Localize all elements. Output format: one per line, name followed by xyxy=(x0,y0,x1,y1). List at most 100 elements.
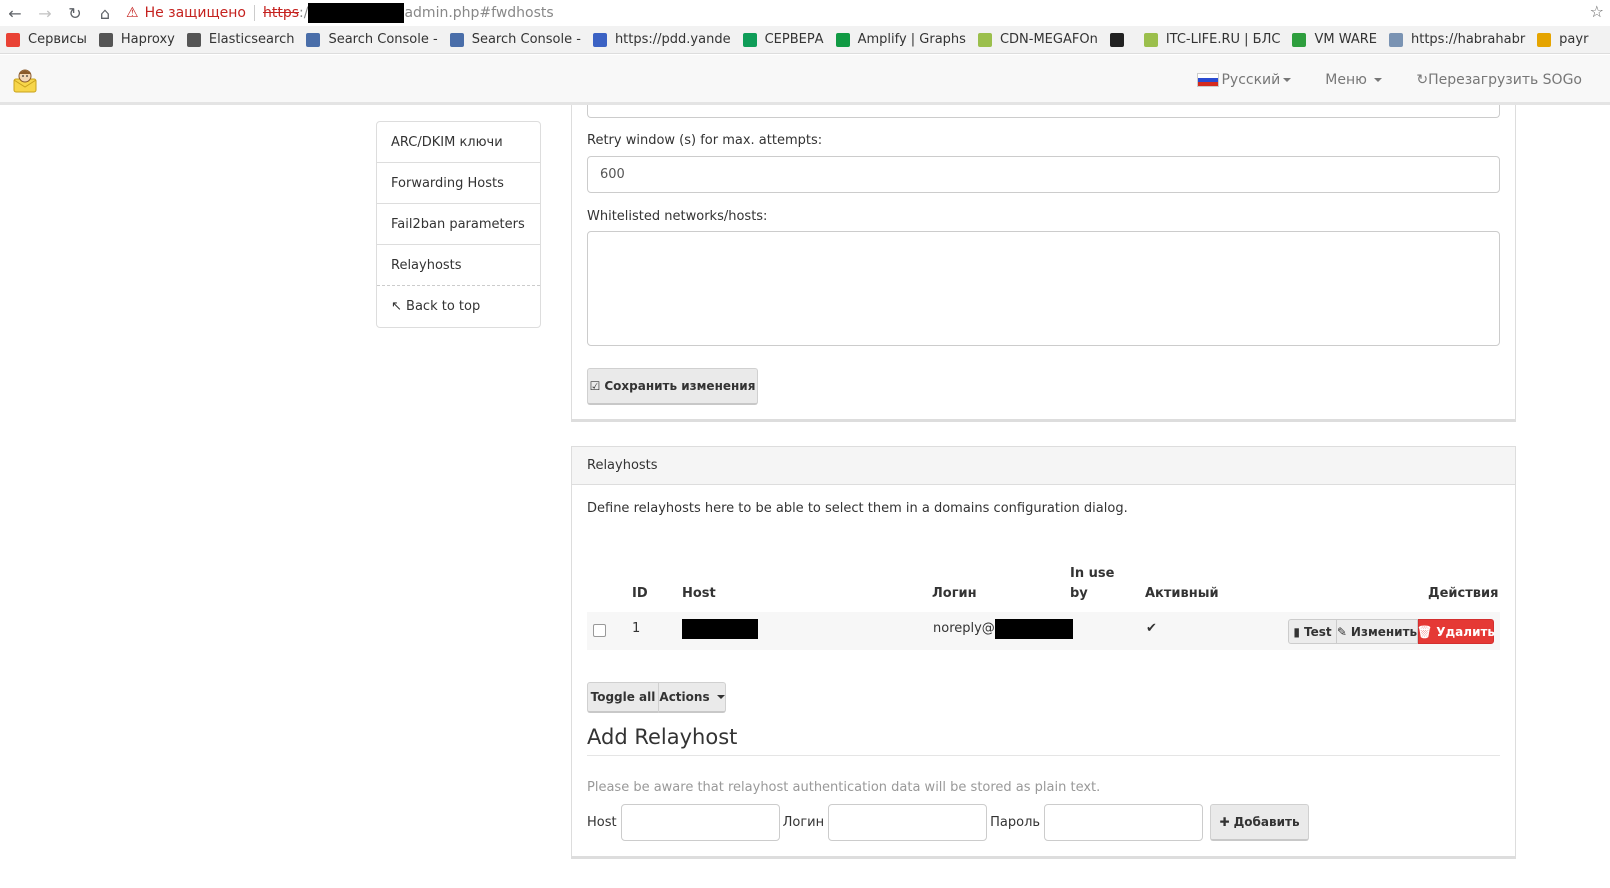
bookmark-item[interactable]: https://habrahabr xyxy=(1383,32,1531,47)
redacted-domain xyxy=(308,3,405,23)
add-label: Добавить xyxy=(1233,815,1300,829)
chart-icon xyxy=(1109,32,1124,47)
retry-window-input[interactable]: 600 xyxy=(587,156,1500,193)
bookmark-label: Haproxy xyxy=(120,32,175,47)
edit-button[interactable]: ✎ Изменить xyxy=(1337,619,1418,644)
bookmark-item[interactable]: СЕРВЕРА xyxy=(737,32,830,47)
column-header-in-use-line1: In use xyxy=(1070,566,1115,581)
bookmark-item[interactable]: CDN-MEGAFOn xyxy=(972,32,1104,47)
vm-icon xyxy=(1292,32,1307,47)
add-button[interactable]: ✚ Добавить xyxy=(1210,804,1310,841)
nginx-icon xyxy=(835,32,850,47)
bookmark-item[interactable] xyxy=(1104,32,1138,47)
sidebar-item-relayhosts[interactable]: Relayhosts xyxy=(377,245,540,286)
sidebar-item-forwarding-hosts[interactable]: Forwarding Hosts xyxy=(377,163,540,204)
table-row: 1 noreply@ ✔ ▮ Test ✎ Изменить 🗑 Удалить xyxy=(587,612,1500,650)
menu-dropdown[interactable]: Меню xyxy=(1325,72,1383,88)
row-login: noreply@ xyxy=(933,612,1073,650)
mail-icon xyxy=(592,32,607,47)
bookmark-item[interactable]: Сервисы xyxy=(0,32,93,47)
menu-label: Меню xyxy=(1325,72,1367,88)
folder-icon xyxy=(98,32,113,47)
folder-icon xyxy=(186,32,201,47)
bookmark-label: Search Console - xyxy=(471,32,581,47)
reload-sogo-button[interactable]: ↻Перезагрузить SOGo xyxy=(1416,72,1582,88)
bookmark-item[interactable]: Search Console - xyxy=(300,32,443,47)
itc-icon xyxy=(1143,32,1158,47)
bookmark-item[interactable]: payr xyxy=(1531,32,1594,47)
bookmark-item[interactable]: Elasticsearch xyxy=(181,32,301,47)
sidebar-item-fail2ban[interactable]: Fail2ban parameters xyxy=(377,204,540,245)
caret-down-icon xyxy=(716,695,725,699)
password-input[interactable] xyxy=(1044,804,1204,841)
home-icon[interactable]: ⌂ xyxy=(90,4,120,23)
bookmark-star-icon[interactable]: ☆ xyxy=(1590,2,1604,21)
check-square-icon: ☑ xyxy=(589,379,601,393)
sidebar-item-arc-dkim[interactable]: ARC/DKIM ключи xyxy=(377,122,540,163)
host-input[interactable] xyxy=(620,804,780,841)
toggle-all-button[interactable]: Toggle all xyxy=(587,682,659,713)
password-label: Пароль xyxy=(990,815,1041,830)
column-header-login[interactable]: Логин xyxy=(932,586,977,601)
trash-icon: 🗑 xyxy=(1417,624,1433,639)
divider xyxy=(253,5,255,21)
redacted-login-domain xyxy=(994,618,1073,639)
column-header-actions: Действия xyxy=(1428,586,1499,601)
relayhosts-panel: Relayhosts Define relayhosts here to be … xyxy=(571,446,1516,859)
test-label: Test xyxy=(1304,624,1332,639)
refresh-icon: ↻ xyxy=(1416,72,1429,88)
bookmark-label: СЕРВЕРА xyxy=(764,32,824,47)
column-header-host[interactable]: Host xyxy=(682,586,716,601)
bookmark-label: VM WARE xyxy=(1314,32,1377,47)
warning-icon: ⚠ xyxy=(126,5,139,21)
test-button[interactable]: ▮ Test xyxy=(1288,619,1337,644)
bookmark-label: https://pdd.yande xyxy=(614,32,731,47)
previous-input-field[interactable] xyxy=(587,105,1500,118)
security-warning[interactable]: ⚠ Не защищено xyxy=(126,5,246,21)
language-dropdown[interactable]: Русский xyxy=(1197,72,1292,88)
save-changes-button[interactable]: ☑ Сохранить изменения xyxy=(587,368,758,405)
forward-icon[interactable]: → xyxy=(30,4,60,23)
bulk-action-group: Toggle all Actions xyxy=(587,682,726,713)
actions-dropdown[interactable]: Actions xyxy=(659,682,726,713)
whitelist-textarea[interactable] xyxy=(587,231,1500,346)
bookmark-item[interactable]: Haproxy xyxy=(93,32,181,47)
bookmark-item[interactable]: Amplify | Graphs xyxy=(830,32,972,47)
delete-label: Удалить xyxy=(1436,624,1496,639)
sidebar-nav: ARC/DKIM ключи Forwarding Hosts Fail2ban… xyxy=(376,121,541,328)
back-icon[interactable]: ← xyxy=(0,4,30,23)
bookmark-item[interactable]: https://pdd.yande xyxy=(587,32,737,47)
url-field[interactable]: https:/admin.php#fwdhosts xyxy=(263,3,554,23)
apps-icon xyxy=(6,32,20,47)
reload-sogo-label: Перезагрузить SOGo xyxy=(1428,72,1582,88)
bookmark-item[interactable]: VM WARE xyxy=(1286,32,1383,47)
delete-button[interactable]: 🗑 Удалить xyxy=(1417,619,1496,644)
sidebar-item-label: ARC/DKIM ключи xyxy=(391,135,503,150)
insecure-label: Не защищено xyxy=(144,5,246,21)
arrow-up-left-icon: ↖ xyxy=(391,299,402,314)
login-label: Логин xyxy=(782,815,825,830)
mailcow-logo-icon[interactable] xyxy=(12,67,38,93)
login-prefix: noreply@ xyxy=(933,621,995,636)
cdn-icon xyxy=(977,32,992,47)
reload-icon[interactable]: ↻ xyxy=(60,4,90,23)
habr-icon xyxy=(1389,32,1403,47)
bookmark-item[interactable]: ITC-LIFE.RU | БЛС xyxy=(1138,32,1287,47)
fail2ban-panel: Retry window (s) for max. attempts: 600 … xyxy=(571,105,1516,422)
url-protocol: https xyxy=(262,5,300,21)
bookmark-label: Elasticsearch xyxy=(208,32,295,47)
russia-flag-icon xyxy=(1197,73,1220,87)
row-checkbox[interactable] xyxy=(593,624,606,637)
add-relayhost-form: Host Логин Пароль ✚ Добавить xyxy=(587,804,1310,841)
bookmark-item[interactable]: Search Console - xyxy=(444,32,587,47)
login-input[interactable] xyxy=(828,804,988,841)
column-header-active[interactable]: Активный xyxy=(1145,586,1219,601)
plaintext-warning: Please be aware that relayhost authentic… xyxy=(587,780,1101,795)
sidebar-item-back-to-top[interactable]: ↖ Back to top xyxy=(377,286,540,327)
panel-title: Relayhosts xyxy=(572,447,1515,485)
search-console-icon xyxy=(449,32,464,47)
plus-icon: ✚ xyxy=(1219,815,1230,829)
column-header-id[interactable]: ID xyxy=(632,586,648,601)
bookmark-label: Search Console - xyxy=(328,32,438,47)
bookmark-label: https://habrahabr xyxy=(1411,32,1526,47)
